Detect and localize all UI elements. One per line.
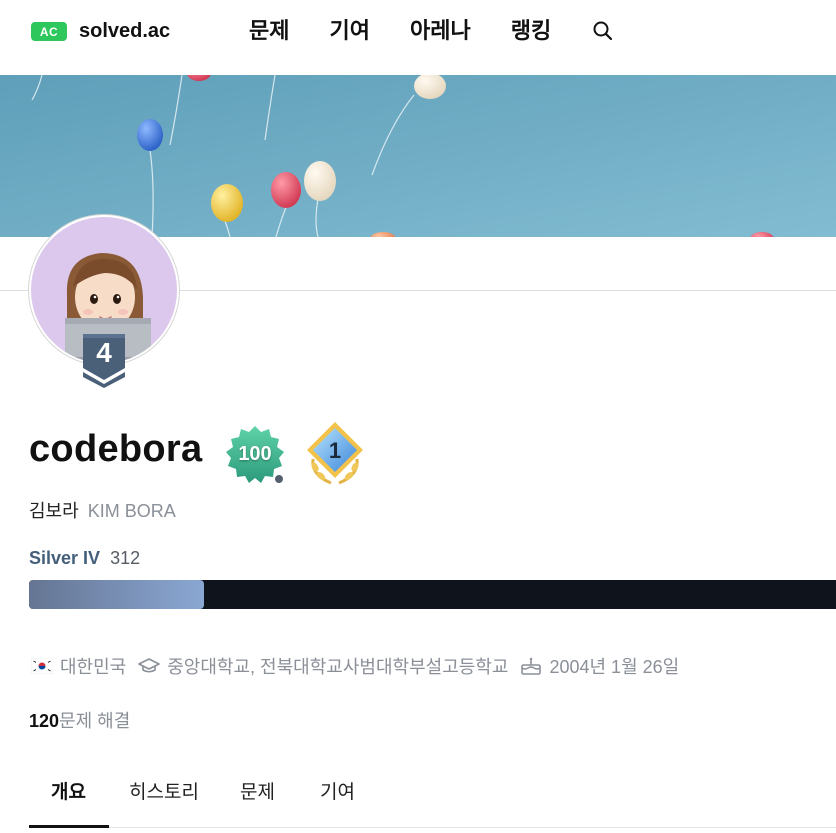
real-name-korean: 김보라: [29, 501, 79, 521]
tab-contributions[interactable]: 기여: [320, 777, 355, 804]
tier-name[interactable]: Silver IV: [29, 548, 100, 568]
birthday-cake-icon: [520, 657, 542, 675]
solved-100-badge[interactable]: 100: [224, 425, 286, 487]
birthday-info: 2004년 1월 26일: [520, 653, 679, 679]
solved-count-summary: 120문제 해결: [29, 707, 130, 733]
brand-badge: AC: [31, 22, 67, 41]
brand-logo[interactable]: AC solved.ac: [31, 20, 170, 43]
nav-item-problems[interactable]: 문제: [249, 16, 289, 46]
rating-progress-fill: [29, 580, 205, 609]
birthday-date: 2004년 1월 26일: [549, 657, 680, 677]
country-info: 대한민국: [31, 653, 126, 679]
school-names[interactable]: 중앙대학교, 전북대학교사범대학부설고등학교: [167, 653, 508, 679]
nav-item-ranking[interactable]: 랭킹: [511, 16, 551, 46]
solved-count-label: 문제 해결: [59, 711, 131, 731]
korea-flag-icon: [31, 658, 53, 674]
nav-item-contribute[interactable]: 기여: [329, 16, 369, 46]
arena-tier-label: 1: [328, 438, 342, 463]
graduation-cap-icon: [138, 657, 161, 675]
school-info: 중앙대학교, 전북대학교사범대학부설고등학교: [138, 653, 508, 679]
rating-progress-bar: [29, 580, 836, 609]
solved-100-badge-label: 100: [238, 443, 272, 465]
country-name[interactable]: 대한민국: [60, 653, 126, 679]
rating-value: 312: [110, 548, 141, 568]
main-menu: 문제 기여 아레나 랭킹: [249, 16, 591, 46]
user-handle: codebora: [29, 428, 203, 470]
tabs-divider: [29, 827, 836, 828]
class-level-badge: 4: [81, 334, 127, 388]
brand-name: solved.ac: [79, 20, 171, 42]
arena-tier-badge[interactable]: 1: [301, 419, 369, 489]
active-tab-indicator: [29, 825, 109, 828]
profile-background-banner: [0, 75, 836, 237]
top-navbar: AC solved.ac 문제 기여 아레나 랭킹: [0, 0, 836, 75]
tier-summary: Silver IV 312: [29, 548, 140, 569]
user-meta-info: 대한민국 중앙대학교, 전북대학교사범대학부설고등학교 2004년 1월 26일: [31, 653, 691, 679]
nav-item-arena[interactable]: 아레나: [410, 16, 471, 46]
real-name-latin: KIM BORA: [87, 501, 176, 521]
search-icon[interactable]: [591, 19, 615, 43]
class-level-number: 4: [96, 337, 112, 368]
solved-count: 120: [29, 711, 60, 731]
tab-problems[interactable]: 문제: [240, 777, 275, 804]
tab-overview[interactable]: 개요: [51, 777, 86, 804]
profile-tabs: 개요 히스토리 문제 기여: [29, 765, 836, 828]
tab-history[interactable]: 히스토리: [129, 777, 199, 804]
real-name: 김보라 KIM BORA: [29, 497, 176, 523]
